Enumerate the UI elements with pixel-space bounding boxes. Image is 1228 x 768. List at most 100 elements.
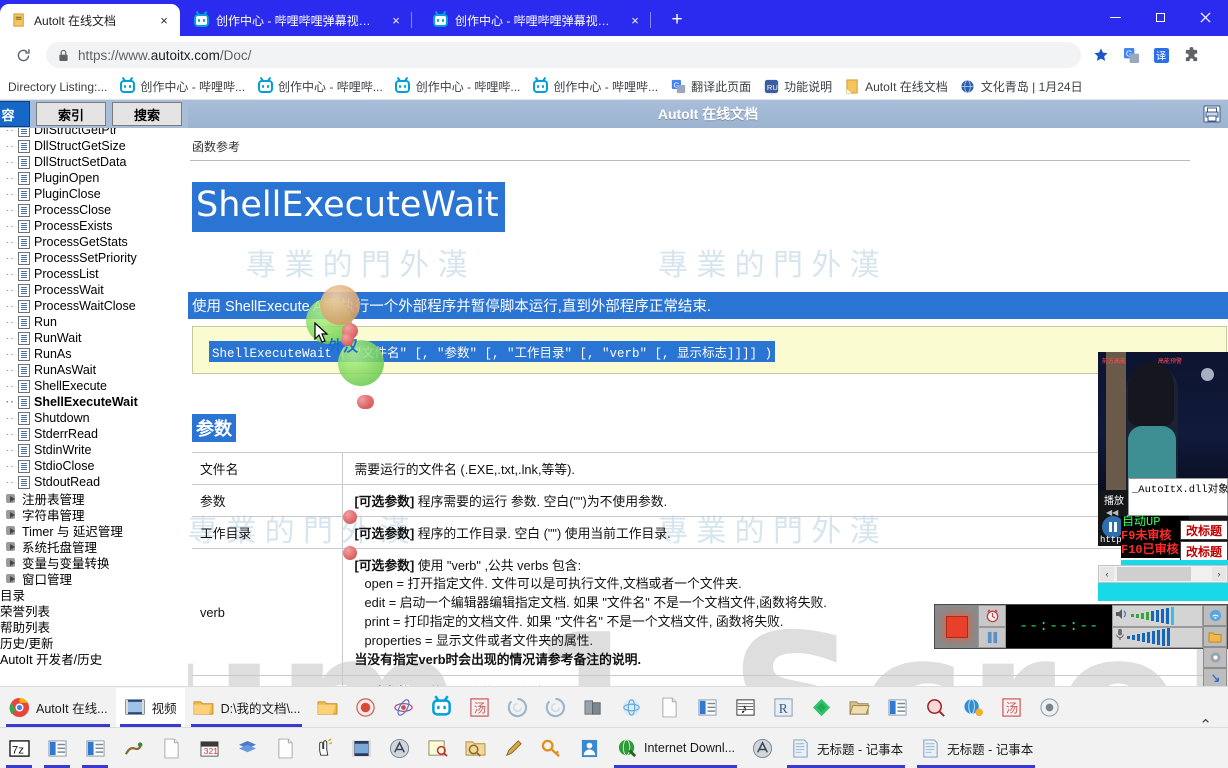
- browser-tab-1[interactable]: 创作中心 - 哔哩哔哩弹幕视频网 ×: [182, 4, 412, 36]
- horizontal-scrollbar[interactable]: ‹ ›: [1098, 565, 1228, 583]
- taskbar-item-recorder[interactable]: [346, 688, 384, 727]
- stop-button[interactable]: [935, 605, 979, 648]
- bookmark-4[interactable]: 创作中心 - 哔哩哔...: [526, 76, 664, 97]
- tree-item-14[interactable]: ·· RunAs: [0, 346, 176, 362]
- bookmark-5[interactable]: G 翻译此页面: [664, 76, 757, 97]
- hscroll-thumb[interactable]: [1117, 567, 1191, 581]
- window-maximize-button[interactable]: [1138, 0, 1183, 34]
- taskbar-item-bilibili[interactable]: [422, 688, 460, 727]
- video-preview-window[interactable]: 前方高能 高能预警: [1098, 352, 1228, 490]
- taskbar-item-green-diamond[interactable]: [802, 688, 840, 727]
- google-translate-icon[interactable]: G: [1117, 41, 1145, 69]
- bookmark-1[interactable]: 创作中心 - 哔哩哔...: [113, 76, 251, 97]
- taskbar-item-atom-blue[interactable]: [612, 688, 650, 727]
- tree-item-19[interactable]: ·· StderrRead: [0, 426, 176, 442]
- mic-volume-row[interactable]: [1112, 626, 1203, 648]
- taskbar-item-open-folder[interactable]: [840, 688, 878, 727]
- window-minimize-button[interactable]: [1093, 0, 1138, 34]
- taskbar-item-video[interactable]: 视频: [115, 687, 185, 727]
- taskbar-item-music-score[interactable]: ♪: [726, 688, 764, 727]
- taskbar-item-magnify-red[interactable]: [916, 688, 954, 727]
- address-bar[interactable]: https://www.autoitx.com/Doc/: [46, 42, 1081, 68]
- taskbar-item-blank-doc-1[interactable]: [650, 688, 688, 727]
- tree-item-5[interactable]: ·· ProcessClose: [0, 202, 176, 218]
- tree-item-3[interactable]: ·· PluginOpen: [0, 170, 176, 186]
- tree-item-18[interactable]: ·· Shutdown: [0, 410, 176, 426]
- scroll-right-icon[interactable]: ›: [1212, 567, 1226, 581]
- taskbar-item-blank-doc-2[interactable]: [152, 729, 190, 768]
- taskbar-item-atom[interactable]: [384, 688, 422, 727]
- browser-tab-0[interactable]: Autolt 在线文档 ×: [0, 4, 180, 36]
- chm-tab-index[interactable]: 索引: [36, 102, 106, 126]
- taskbar-item-listview-3[interactable]: [38, 729, 76, 768]
- chm-tree-panel[interactable]: ·· DllStructGetPtr ·· DllStructGetSize ·· D…: [0, 128, 188, 686]
- tree-item-6[interactable]: ·· ProcessExists: [0, 218, 176, 234]
- taskbar-item-7zip[interactable]: 7z: [0, 729, 38, 768]
- tree-item-20[interactable]: ·· StdinWrite: [0, 442, 176, 458]
- tree-item-16[interactable]: ·· ShellExecute: [0, 378, 176, 394]
- tree-item-15[interactable]: ·· RunAsWait: [0, 362, 176, 378]
- tree-item-8[interactable]: ·· ProcessSetPriority: [0, 250, 176, 266]
- taskbar-item-autoit-2[interactable]: [743, 729, 781, 768]
- taskbar-item-listview-4[interactable]: [76, 729, 114, 768]
- tree-item-4[interactable]: ·· PluginClose: [0, 186, 176, 202]
- taskbar-item-person-blue[interactable]: [570, 729, 608, 768]
- tree-item-1[interactable]: ·· DllStructGetSize: [0, 138, 176, 154]
- folder-icon[interactable]: [1203, 626, 1227, 647]
- change-title-button-1[interactable]: 改标题: [1180, 520, 1228, 540]
- bookmark-3[interactable]: 创作中心 - 哔哩哔...: [389, 76, 527, 97]
- gear-icon[interactable]: [1203, 647, 1227, 668]
- pause-icon[interactable]: [978, 626, 1006, 648]
- tree-item-21[interactable]: ·· StdioClose: [0, 458, 176, 474]
- reload-icon[interactable]: [10, 42, 36, 68]
- taskbar-item-autoit-1[interactable]: [380, 729, 418, 768]
- taskbar-item-calendar-321[interactable]: 321: [190, 729, 228, 768]
- taskbar-item-seal[interactable]: 汤: [460, 688, 498, 727]
- translate-cn-icon[interactable]: 译: [1147, 41, 1175, 69]
- taskbar-item-pen[interactable]: [494, 729, 532, 768]
- breadcrumb[interactable]: 函数参考: [192, 138, 240, 155]
- taskbar-item-film[interactable]: [342, 729, 380, 768]
- tree-item-window[interactable]: 窗口管理: [0, 570, 176, 587]
- wifi-icon[interactable]: [1203, 605, 1227, 626]
- taskbar-item-idm[interactable]: Internet Downl...: [608, 729, 743, 768]
- tree-item-developers[interactable]: AutoIt 开发者/历史: [0, 650, 176, 667]
- taskbar-item-folder-2[interactable]: [308, 688, 346, 727]
- taskbar-item-swirl-2[interactable]: [536, 688, 574, 727]
- taskbar-item-note-search[interactable]: [418, 729, 456, 768]
- tree-item-0[interactable]: ·· DllStructGetPtr: [0, 128, 176, 138]
- window-close-button[interactable]: [1183, 0, 1228, 34]
- taskbar-item-my-documents[interactable]: D:\我的文档\...: [185, 688, 309, 727]
- bookmark-8[interactable]: 文化青岛 | 1月24日: [954, 76, 1089, 97]
- tree-item-10[interactable]: ·· ProcessWait: [0, 282, 176, 298]
- chm-tab-contents[interactable]: 容: [0, 101, 30, 127]
- video-play-label[interactable]: 播放: [1104, 492, 1124, 507]
- bookmark-7[interactable]: AutoIt 在线文档: [838, 76, 954, 97]
- taskbar-item-hand-click[interactable]: [304, 729, 342, 768]
- tree-item-9[interactable]: ·· ProcessList: [0, 266, 176, 282]
- taskbar-item-autoit-doc[interactable]: AutoIt 在线...: [0, 688, 116, 727]
- taskbar-item-key-orange[interactable]: [532, 729, 570, 768]
- tree-item-13[interactable]: ·· RunWait: [0, 330, 176, 346]
- browser-tab-2[interactable]: 创作中心 - 哔哩哔哩弹幕视频网 ×: [421, 4, 651, 36]
- taskbar-item-blue-book[interactable]: [228, 729, 266, 768]
- bookmark-0[interactable]: Directory Listing:...: [2, 78, 113, 96]
- taskbar-item-listview-1[interactable]: [688, 688, 726, 727]
- taskbar-item-record-gray[interactable]: [1030, 688, 1068, 727]
- taskbar-item-r-editor[interactable]: R: [764, 688, 802, 727]
- new-tab-button[interactable]: +: [664, 8, 690, 34]
- tree-item-22[interactable]: ·· StdoutRead: [0, 474, 176, 490]
- change-title-button-2[interactable]: 改标题: [1180, 541, 1228, 561]
- show-desktop-chevron-icon[interactable]: ⌃: [1199, 716, 1212, 734]
- scroll-left-icon[interactable]: ‹: [1100, 567, 1114, 581]
- taskbar-item-seal-2[interactable]: 汤: [992, 688, 1030, 727]
- tree-item-11[interactable]: ·· ProcessWaitClose: [0, 298, 176, 314]
- tree-item-12[interactable]: ·· Run: [0, 314, 176, 330]
- print-icon[interactable]: [1202, 104, 1222, 124]
- speaker-volume-row[interactable]: [1112, 605, 1203, 627]
- taskbar-item-listview-2[interactable]: [878, 688, 916, 727]
- chm-tab-search[interactable]: 搜索: [112, 102, 182, 126]
- tree-item-7[interactable]: ·· ProcessGetStats: [0, 234, 176, 250]
- alarm-clock-icon[interactable]: [978, 605, 1006, 627]
- tree-item-2[interactable]: ·· DllStructSetData: [0, 154, 176, 170]
